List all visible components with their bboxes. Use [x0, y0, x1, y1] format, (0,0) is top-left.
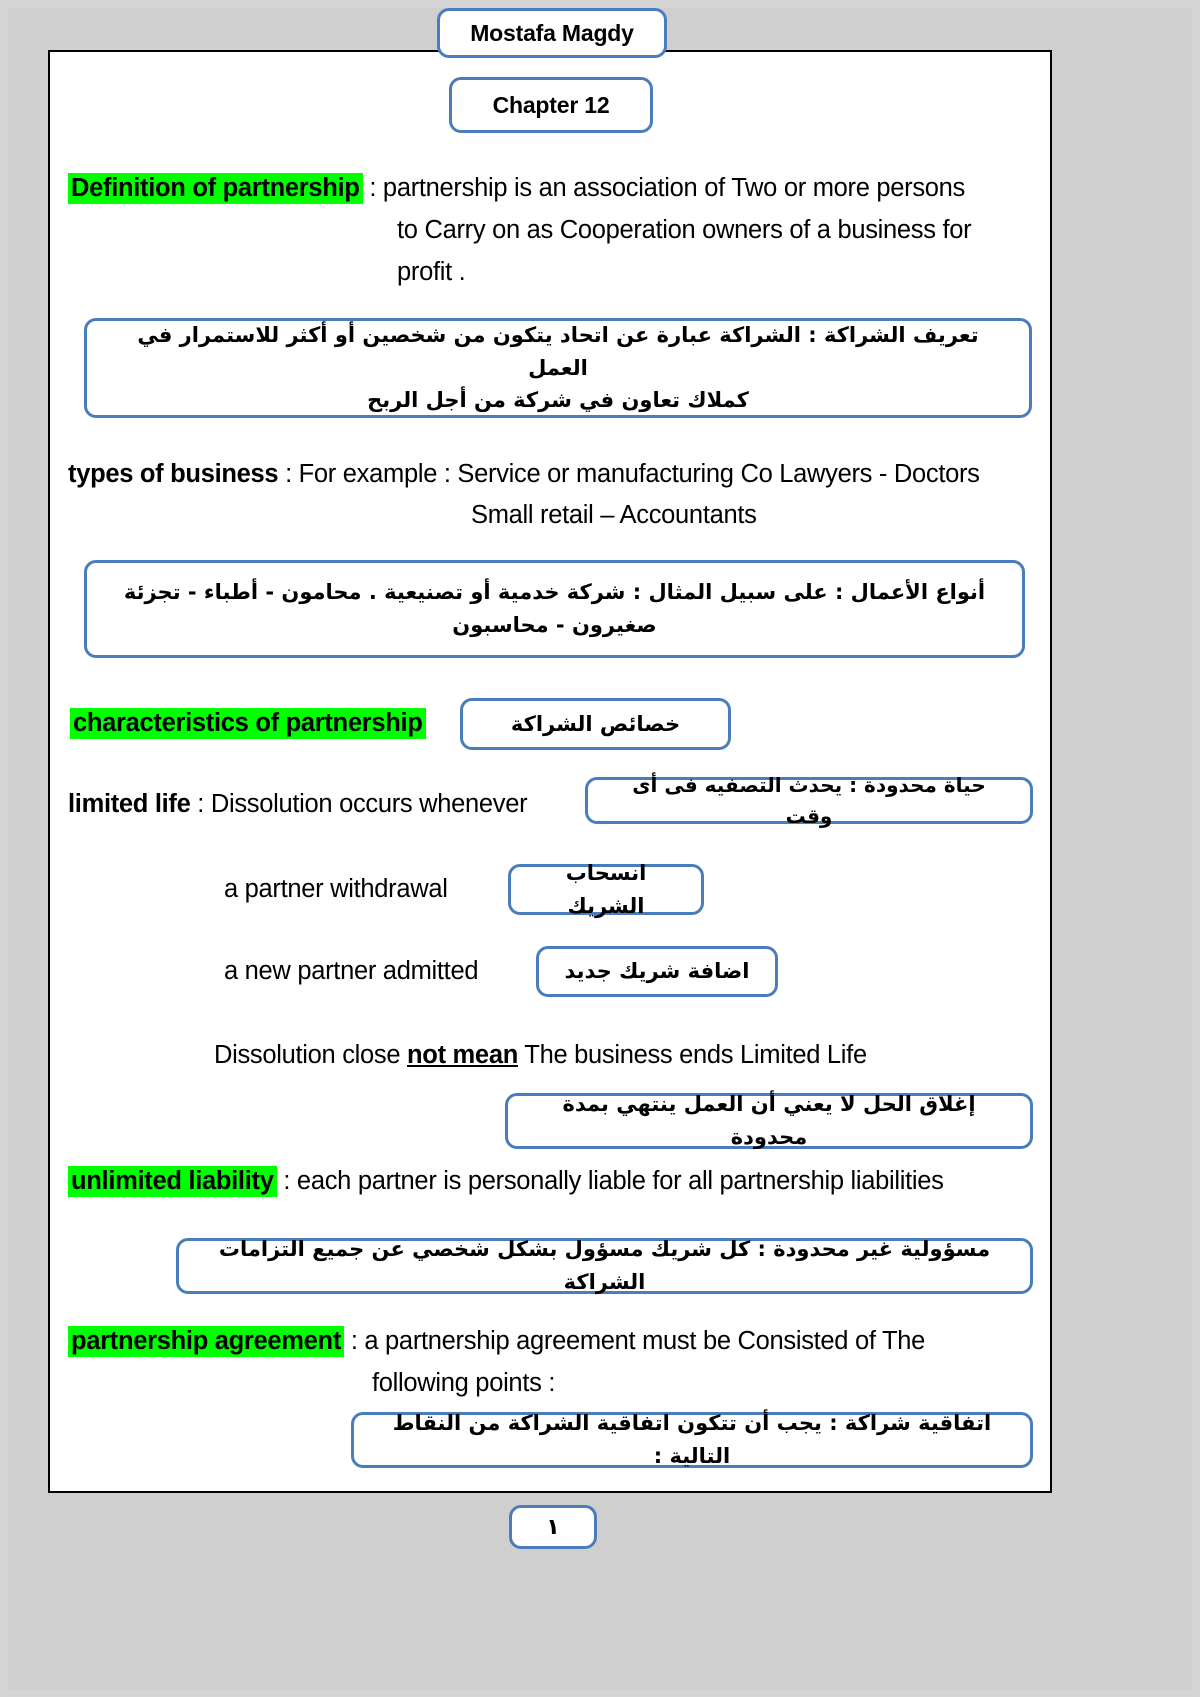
- definition-line-2: to Carry on as Cooperation owners of a b…: [397, 216, 972, 244]
- unlimited-liability-line: unlimited liability : each partner is pe…: [68, 1166, 944, 1197]
- unlimited-liability-heading: unlimited liability: [68, 1166, 277, 1197]
- definition-line-1: Definition of partnership : partnership …: [68, 173, 966, 204]
- author-name-box: Mostafa Magdy: [437, 8, 667, 58]
- definition-arabic-line-2: كملاك تعاون في شركة من أجل الربح: [367, 388, 749, 413]
- page-frame: Mostafa Magdy Chapter 12 Definition of p…: [0, 0, 1200, 1697]
- partnership-agreement-arabic-label: اتفاقية شراكة : يجب أن تتكون اتفاقية الش…: [392, 1411, 992, 1468]
- limited-life-item-1-arabic-box: انسحاب الشريك: [508, 861, 704, 918]
- unlimited-liability-arabic-label: مسؤولية غير محدودة : كل شريك مسؤول بشكل …: [218, 1237, 991, 1294]
- page-number-label: ١: [546, 1514, 560, 1540]
- partnership-agreement-arabic-box: اتفاقية شراكة : يجب أن تتكون اتفاقية الش…: [351, 1411, 1033, 1468]
- unlimited-liability-arabic-box: مسؤولية غير محدودة : كل شريك مسؤول بشكل …: [176, 1237, 1033, 1294]
- types-line-2: Small retail – Accountants: [471, 501, 757, 529]
- author-name-label: Mostafa Magdy: [470, 19, 634, 46]
- chapter-title-box: Chapter 12: [449, 77, 653, 133]
- dissolution-note-arabic-label: إغلاق الحل لا يعني أن العمل ينتهي بمدة م…: [562, 1092, 976, 1149]
- unlimited-liability-line-rest: : each partner is personally liable for …: [276, 1167, 944, 1195]
- dissolution-note-line: Dissolution close not mean The business …: [214, 1041, 867, 1070]
- characteristics-line: characteristics of partnership: [70, 708, 426, 739]
- limited-life-item-2-arabic-box: اضافة شريك جديد: [536, 946, 778, 997]
- types-line-1-rest: : For example : Service or manufacturing…: [278, 460, 980, 488]
- characteristics-heading: characteristics of partnership: [70, 708, 426, 739]
- definition-heading: Definition of partnership: [68, 173, 363, 204]
- partnership-agreement-line-1-rest: : a partnership agreement must be Consis…: [344, 1327, 926, 1355]
- dissolution-note-prefix: Dissolution close: [214, 1041, 408, 1069]
- limited-life-heading: limited life: [68, 790, 191, 818]
- limited-life-line-rest: : Dissolution occurs whenever: [190, 790, 528, 818]
- types-arabic-line-1: أنواع الأعمال : على سبيل المثال : شركة خ…: [123, 580, 986, 605]
- dissolution-note-suffix: The business ends Limited Life: [517, 1041, 867, 1069]
- dissolution-note-arabic-box: إغلاق الحل لا يعني أن العمل ينتهي بمدة م…: [505, 1092, 1033, 1149]
- definition-arabic-box: تعريف الشراكة : الشراكة عبارة عن اتحاد ي…: [84, 318, 1032, 418]
- partnership-agreement-line-1: partnership agreement : a partnership ag…: [68, 1326, 926, 1357]
- limited-life-item-2-arabic-label: اضافة شريك جديد: [564, 959, 750, 984]
- limited-life-item-2: a new partner admitted: [224, 957, 479, 985]
- characteristics-arabic-box: خصائص الشراكة: [460, 698, 731, 750]
- types-arabic-line-2: صغيرون - محاسبون: [452, 613, 657, 637]
- types-heading: types of business: [68, 460, 279, 488]
- limited-life-item-1: a partner withdrawal: [224, 875, 448, 903]
- page-number-box: ١: [509, 1505, 597, 1549]
- limited-life-line: limited life : Dissolution occurs whenev…: [68, 790, 528, 819]
- definition-arabic-line-1: تعريف الشراكة : الشراكة عبارة عن اتحاد ي…: [137, 323, 979, 380]
- limited-life-item-1-arabic-label: انسحاب الشريك: [565, 860, 647, 918]
- types-arabic-box: أنواع الأعمال : على سبيل المثال : شركة خ…: [84, 560, 1025, 658]
- definition-line-1-rest: : partnership is an association of Two o…: [362, 174, 966, 202]
- types-line-1: types of business : For example : Servic…: [68, 460, 980, 489]
- partnership-agreement-line-2: following points :: [372, 1369, 556, 1397]
- limited-life-arabic-label: حياة محدودة : يحدث التصفيه فى أى وقت: [632, 772, 986, 828]
- characteristics-arabic-label: خصائص الشراكة: [510, 711, 681, 736]
- definition-line-3: profit .: [397, 258, 466, 286]
- limited-life-arabic-box: حياة محدودة : يحدث التصفيه فى أى وقت: [585, 773, 1033, 828]
- dissolution-note-emphasis: not mean: [407, 1041, 518, 1069]
- partnership-agreement-heading: partnership agreement: [68, 1326, 345, 1357]
- chapter-title-label: Chapter 12: [492, 91, 610, 118]
